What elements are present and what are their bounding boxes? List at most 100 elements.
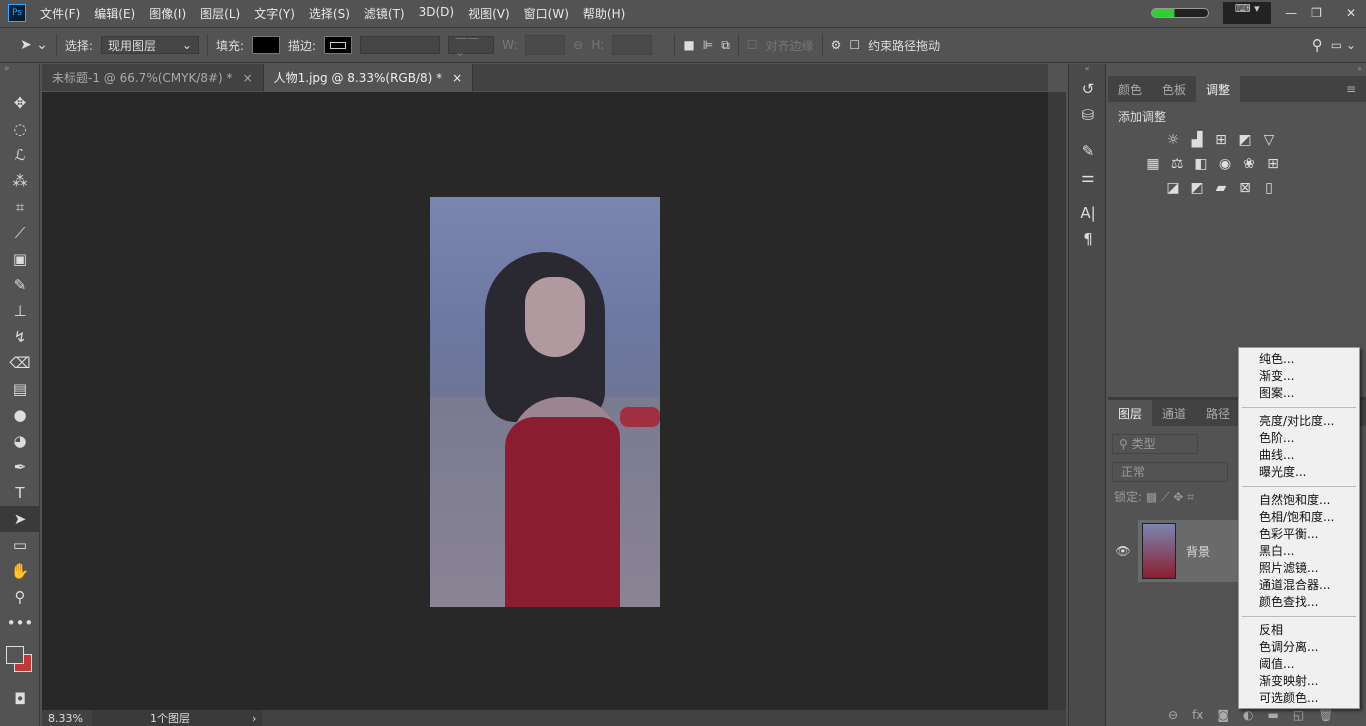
3d-icon[interactable]: ⛁ [1069,102,1107,128]
hand-tool-icon[interactable]: ✋ [0,558,40,584]
document-tab[interactable]: 人物1.jpg @ 8.33%(RGB/8) * × [263,64,474,91]
properties-icon[interactable]: ⚌ [1069,164,1107,190]
layers-tab[interactable]: 路径 [1196,400,1240,426]
brush-presets-icon[interactable]: ✎ [1069,138,1107,164]
levels-icon[interactable]: ▟ [1188,131,1206,149]
keyboard-icon[interactable]: ⌨ ▾ [1223,2,1272,24]
restore-button[interactable]: ❐ [1311,6,1322,20]
hue-saturation-icon[interactable]: ▦ [1144,155,1162,173]
character-icon[interactable]: A| [1069,200,1107,226]
posterize-icon[interactable]: ◩ [1188,179,1206,197]
photo-filter-icon[interactable]: ◉ [1216,155,1234,173]
panel-menu-icon[interactable]: ≡ [1336,76,1366,102]
menu-item[interactable]: 自然饱和度... [1239,492,1359,509]
vertical-scrollbar[interactable] [1048,92,1066,710]
menu-item[interactable]: 图案... [1239,385,1359,402]
path-select-tool-icon[interactable]: ➤ ⌄ [20,37,48,53]
new-layer-icon[interactable]: ◱ [1293,708,1304,722]
history-icon[interactable]: ↺ [1069,76,1107,102]
eraser-icon[interactable]: ⌫ [0,350,40,376]
pen-tool-icon[interactable]: ✒ [0,454,40,480]
magic-wand-icon[interactable]: ⁂ [0,168,40,194]
link-layers-icon[interactable]: ⊖ [1168,708,1178,722]
fx-icon[interactable]: fx [1192,708,1203,722]
menu-item[interactable]: 选择(S) [309,5,350,22]
stroke-width-dropdown[interactable] [360,36,441,54]
constrain-checkbox[interactable]: ☐ [849,38,860,52]
path-arrangement-icon[interactable]: ⧉ [721,38,730,53]
threshold-icon[interactable]: ▰ [1212,179,1230,197]
color-balance-icon[interactable]: ⚖ [1168,155,1186,173]
brightness-icon[interactable]: ☼ [1164,131,1182,149]
menu-item[interactable]: 色调分离... [1239,639,1359,656]
gradient-map-icon[interactable]: ⊠ [1236,179,1254,197]
trash-icon[interactable]: 🗑 [1318,708,1333,722]
menu-item[interactable]: 可选颜色... [1239,690,1359,707]
type-tool-icon[interactable]: T [0,480,40,506]
align-edges-checkbox[interactable]: ☐ [747,38,758,52]
menu-item[interactable]: 图层(L) [200,5,240,22]
menu-item[interactable]: 纯色... [1239,351,1359,368]
zoom-tool-icon[interactable]: ⚲ [0,584,40,610]
menu-item[interactable]: 色彩平衡... [1239,526,1359,543]
menu-item[interactable]: 曝光度... [1239,464,1359,481]
mask-icon[interactable]: ◙ [1217,708,1229,722]
path-alignment-icon[interactable]: ⊫ [703,38,713,52]
rectangle-tool-icon[interactable]: ▭ [0,532,40,558]
menu-item[interactable]: 色相/饱和度... [1239,509,1359,526]
search-icon[interactable]: ⚲ [1312,36,1323,54]
adjustment-layer-icon[interactable]: ◐ [1243,708,1253,722]
menu-item[interactable]: 图像(I) [149,5,186,22]
width-field[interactable] [525,35,566,55]
menu-item[interactable]: 色阶... [1239,430,1359,447]
menu-item[interactable]: 照片滤镜... [1239,560,1359,577]
menu-item[interactable]: 颜色查找... [1239,594,1359,611]
path-selection-tool-icon[interactable]: ➤ [0,506,40,532]
more-tools-icon[interactable]: ••• [0,610,40,636]
invert-icon[interactable]: ◪ [1164,179,1182,197]
gradient-tool-icon[interactable]: ▤ [0,376,40,402]
menu-item[interactable]: 帮助(H) [583,5,625,22]
menu-item[interactable]: 文件(F) [40,5,80,22]
blend-mode-dropdown[interactable]: 正常 [1112,462,1228,482]
workspace-icon[interactable]: ▭ ⌄ [1331,38,1356,52]
menu-item[interactable]: 文字(Y) [254,5,295,22]
menu-item[interactable]: 渐变... [1239,368,1359,385]
quick-mask-icon[interactable]: ◘ [0,686,40,712]
document-tab[interactable]: 未标题-1 @ 66.7%(CMYK/8#) * × [42,64,264,91]
zoom-level[interactable]: 8.33% [42,712,92,725]
info-arrow-icon[interactable]: › [252,712,256,725]
minimize-button[interactable]: — [1285,6,1297,20]
menu-item[interactable]: 滤镜(T) [364,5,405,22]
tab-close-icon[interactable]: × [452,71,462,85]
link-icon[interactable]: ⊖ [573,38,583,52]
menu-item[interactable]: 曲线... [1239,447,1359,464]
stroke-swatch[interactable] [324,36,353,54]
select-dropdown[interactable]: 现用图层 ⌄ [100,36,199,54]
menu-item[interactable]: 阈值... [1239,656,1359,673]
layer-filter-dropdown[interactable]: ⚲ 类型 [1112,434,1198,454]
layers-tab[interactable]: 图层 [1108,400,1153,426]
menu-item[interactable]: 渐变映射... [1239,673,1359,690]
selective-color-icon[interactable]: ▯ [1260,179,1278,197]
menu-item[interactable]: 3D(D) [419,5,454,22]
stroke-type-dropdown[interactable]: —— ⌄ [448,31,495,59]
menu-item[interactable]: 通道混合器... [1239,577,1359,594]
crop-tool-icon[interactable]: ⌗ [0,194,40,220]
paragraph-icon[interactable]: ¶ [1069,226,1107,252]
healing-brush-icon[interactable]: ▣ [0,246,40,272]
blur-tool-icon[interactable]: ● [0,402,40,428]
height-field[interactable] [612,35,653,55]
layers-tab[interactable]: 通道 [1152,400,1196,426]
panel-tab[interactable]: 色板 [1152,76,1196,102]
menu-item[interactable]: 视图(V) [468,5,510,22]
menu-item[interactable]: 黑白... [1239,543,1359,560]
stamp-tool-icon[interactable]: ⊥ [0,298,40,324]
exposure-icon[interactable]: ◩ [1236,131,1254,149]
document-image[interactable] [430,197,660,607]
move-tool-icon[interactable]: ✥ [0,90,40,116]
panel-tab[interactable]: 颜色 [1108,76,1152,102]
panel-tab[interactable]: 调整 [1196,76,1241,102]
path-operations-icon[interactable]: ■ [683,38,694,52]
lasso-tool-icon[interactable]: ℒ [0,142,40,168]
